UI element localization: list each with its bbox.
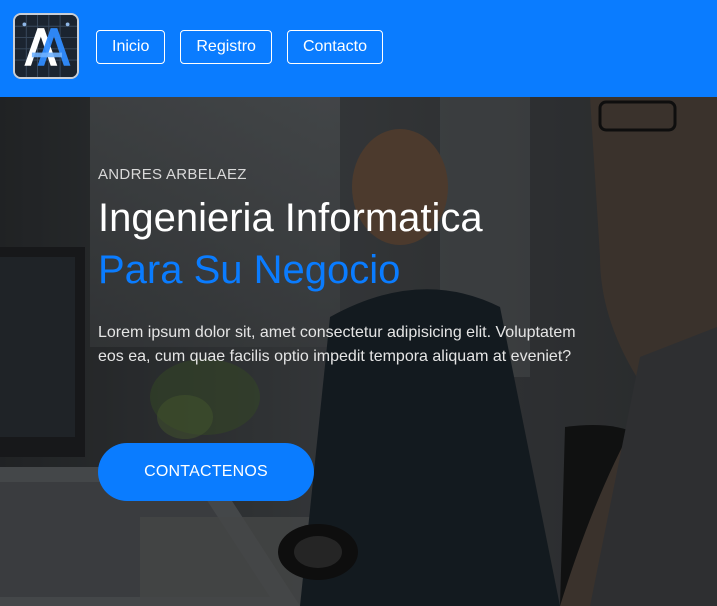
hero-title-line2: Para Su Negocio <box>98 248 401 292</box>
nav-registro-button[interactable]: Registro <box>180 30 272 64</box>
contactenos-button[interactable]: CONTACTENOS <box>98 443 314 501</box>
aa-logo-icon[interactable] <box>13 13 79 79</box>
nav-contacto-button[interactable]: Contacto <box>286 30 383 64</box>
top-navbar: Inicio Registro Contacto <box>0 0 717 97</box>
hero-description: Lorem ipsum dolor sit, amet consectetur … <box>98 324 576 365</box>
hero-title-line1: Ingenieria Informatica <box>98 196 483 240</box>
hero-section: ANDRES ARBELAEZ Ingenieria Informatica P… <box>0 97 717 606</box>
nav-inicio-button[interactable]: Inicio <box>96 30 166 64</box>
hero-kicker: ANDRES ARBELAEZ <box>98 166 247 183</box>
main-nav: Inicio Registro Contacto <box>96 30 383 64</box>
